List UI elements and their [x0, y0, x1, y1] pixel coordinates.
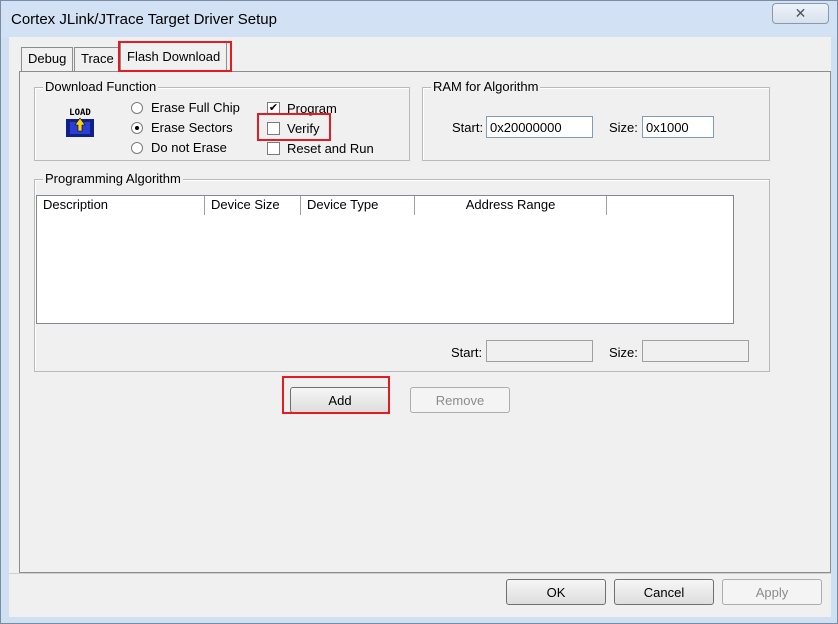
tab-trace[interactable]: Trace [74, 47, 121, 72]
radio-button[interactable] [131, 141, 143, 154]
checkbox-label: Reset and Run [287, 141, 374, 156]
ok-button[interactable]: OK [506, 579, 606, 605]
algo-size-label: Size: [609, 345, 638, 360]
ram-start-input[interactable] [486, 116, 593, 138]
group-label-ram-for-algorithm: RAM for Algorithm [431, 79, 541, 94]
checkbox-verify[interactable]: Verify [267, 121, 320, 136]
title-bar[interactable]: Cortex JLink/JTrace Target Driver Setup … [1, 1, 837, 37]
algorithm-list[interactable]: Description Device Size Device Type Addr… [36, 195, 734, 324]
close-icon: ✕ [794, 5, 807, 21]
ram-for-algorithm-group: RAM for Algorithm Start: Size: [422, 79, 770, 161]
tab-flash-download[interactable]: Flash Download [120, 42, 228, 72]
radio-erase-full-chip[interactable]: Erase Full Chip [131, 100, 240, 115]
tab-label: Flash Download [127, 49, 221, 64]
radio-do-not-erase[interactable]: Do not Erase [131, 140, 227, 155]
checkbox-box[interactable] [267, 142, 280, 155]
check-icon[interactable]: ✔ [267, 102, 280, 115]
apply-button[interactable]: Apply [722, 579, 822, 605]
column-header-description[interactable]: Description [37, 196, 205, 215]
group-label-programming-algorithm: Programming Algorithm [43, 171, 183, 186]
ram-size-input[interactable] [642, 116, 714, 138]
algo-size-input[interactable] [642, 340, 749, 362]
radio-label: Erase Full Chip [151, 100, 240, 115]
checkbox-program[interactable]: ✔ Program [267, 101, 337, 116]
flash-download-panel: Download Function LOAD Erase Full Chip E… [19, 71, 831, 573]
download-function-group: Download Function LOAD Erase Full Chip E… [34, 79, 410, 161]
remove-button[interactable]: Remove [410, 387, 510, 413]
column-header-device-type[interactable]: Device Type [301, 196, 415, 215]
column-header-device-size[interactable]: Device Size [205, 196, 301, 215]
radio-button[interactable] [131, 101, 143, 114]
dialog-client-area: Debug Trace Flash Download Download Func… [9, 37, 831, 617]
radio-button-selected[interactable] [131, 121, 143, 134]
add-button[interactable]: Add [290, 387, 390, 413]
radio-erase-sectors[interactable]: Erase Sectors [131, 120, 233, 135]
bottom-separator [9, 573, 831, 574]
column-header-address-range[interactable]: Address Range [415, 196, 607, 215]
checkbox-label: Verify [287, 121, 320, 136]
radio-label: Do not Erase [151, 140, 227, 155]
ram-start-label: Start: [452, 120, 484, 135]
algo-start-label: Start: [451, 345, 483, 360]
dialog-window: Cortex JLink/JTrace Target Driver Setup … [0, 0, 838, 624]
group-label-download-function: Download Function [43, 79, 159, 94]
checkbox-reset-and-run[interactable]: Reset and Run [267, 141, 374, 156]
algo-start-input[interactable] [486, 340, 593, 362]
column-header-filler [607, 196, 733, 215]
radio-label: Erase Sectors [151, 120, 233, 135]
load-icon: LOAD [63, 105, 97, 139]
algorithm-list-header: Description Device Size Device Type Addr… [37, 196, 733, 215]
ram-size-label: Size: [609, 120, 638, 135]
checkbox-label: Program [287, 101, 337, 116]
window-title: Cortex JLink/JTrace Target Driver Setup [11, 11, 277, 28]
checkbox-box[interactable] [267, 122, 280, 135]
close-button[interactable]: ✕ [772, 3, 829, 24]
cancel-button[interactable]: Cancel [614, 579, 714, 605]
tab-debug[interactable]: Debug [21, 47, 74, 72]
tab-label: Trace [81, 51, 114, 66]
load-icon-text: LOAD [69, 108, 91, 118]
tab-label: Debug [28, 51, 67, 66]
